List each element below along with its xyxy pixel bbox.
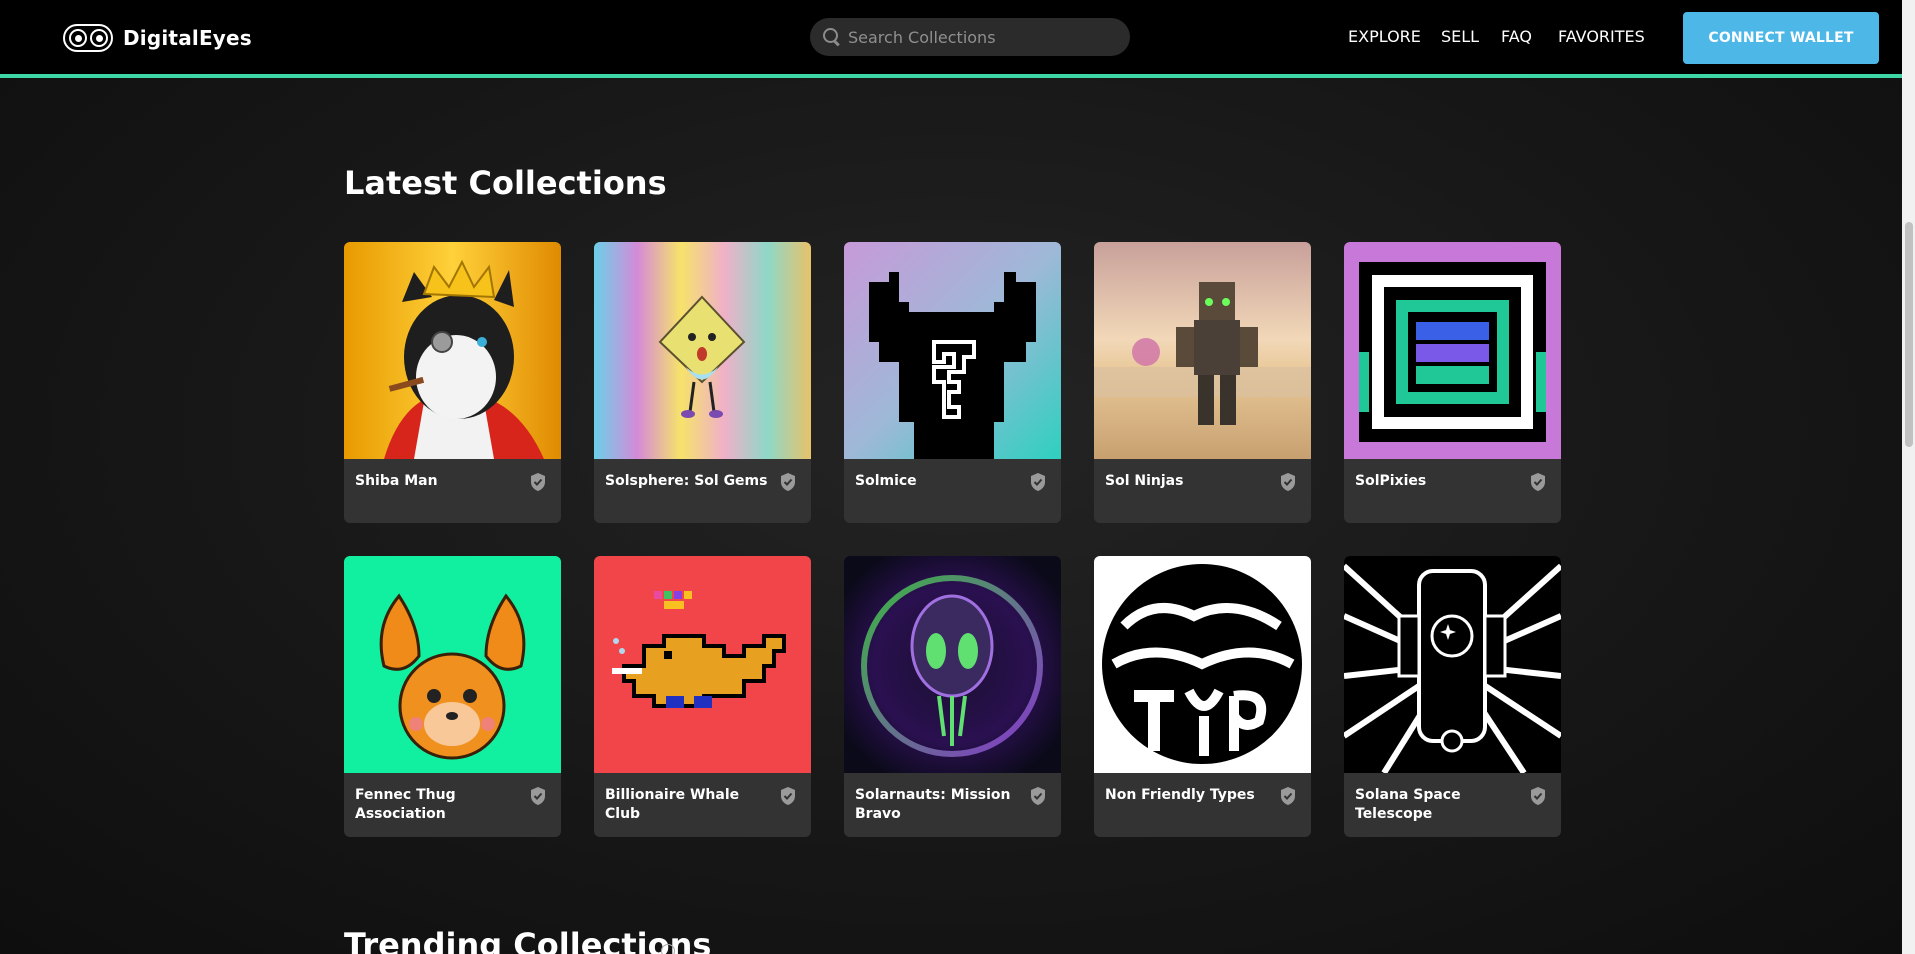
collection-name: Solsphere: Sol Gems bbox=[605, 473, 768, 489]
nav-favorites[interactable]: FAVORITES bbox=[1558, 27, 1645, 46]
search-bar[interactable] bbox=[810, 18, 1130, 56]
verified-shield-icon bbox=[781, 473, 795, 491]
collection-card[interactable]: Solarnauts: Mission Bravo bbox=[844, 556, 1061, 837]
page: DigitalEyes EXPLORE SELL FAQ FAVORITES C… bbox=[0, 0, 1902, 954]
search-icon bbox=[822, 27, 842, 47]
collection-name: Billionaire Whale Club bbox=[605, 787, 740, 822]
collection-card[interactable]: Solana Space Telescope bbox=[1344, 556, 1561, 837]
non-friendly-types-image bbox=[1094, 556, 1311, 773]
collection-card[interactable]: Solmice bbox=[844, 242, 1061, 523]
billionaire-whale-club-image bbox=[594, 556, 811, 773]
collection-card[interactable]: Fennec Thug Association bbox=[344, 556, 561, 837]
collection-name: Solmice bbox=[855, 473, 917, 489]
nav-faq[interactable]: FAQ bbox=[1501, 27, 1532, 46]
shiba-man-image bbox=[344, 242, 561, 459]
search-input[interactable] bbox=[848, 27, 1108, 47]
collection-name: Non Friendly Types bbox=[1105, 787, 1255, 803]
trending-collections-title: Trending Collections bbox=[344, 926, 712, 954]
solarnauts-mission-bravo-image bbox=[844, 556, 1061, 773]
verified-shield-icon bbox=[1531, 787, 1545, 805]
collection-name: Sol Ninjas bbox=[1105, 473, 1184, 489]
verified-shield-icon bbox=[1281, 787, 1295, 805]
scrollbar-thumb[interactable] bbox=[1905, 222, 1913, 447]
collection-card[interactable]: Non Friendly Types bbox=[1094, 556, 1311, 837]
collection-card[interactable]: Solsphere: Sol Gems bbox=[594, 242, 811, 523]
logo[interactable]: DigitalEyes bbox=[63, 23, 252, 53]
collection-name: Shiba Man bbox=[355, 473, 438, 489]
logo-text: DigitalEyes bbox=[123, 26, 252, 50]
collection-card[interactable]: Shiba Man bbox=[344, 242, 561, 523]
fennec-thug-association-image bbox=[344, 556, 561, 773]
top-navbar: DigitalEyes EXPLORE SELL FAQ FAVORITES C… bbox=[0, 0, 1902, 78]
solpixies-image bbox=[1344, 242, 1561, 459]
solsphere-sol-gems-image bbox=[594, 242, 811, 459]
collection-card[interactable]: Sol Ninjas bbox=[1094, 242, 1311, 523]
verified-shield-icon bbox=[531, 787, 545, 805]
collection-card[interactable]: SolPixies bbox=[1344, 242, 1561, 523]
verified-shield-icon bbox=[1031, 473, 1045, 491]
nav-sell[interactable]: SELL bbox=[1441, 27, 1479, 46]
eyes-logo-icon bbox=[63, 24, 113, 52]
collection-name: Solana Space Telescope bbox=[1355, 787, 1461, 822]
collection-name: SolPixies bbox=[1355, 473, 1427, 489]
verified-shield-icon bbox=[531, 473, 545, 491]
verified-shield-icon bbox=[1531, 473, 1545, 491]
collection-name: Solarnauts: Mission Bravo bbox=[855, 787, 1011, 822]
info-icon[interactable] bbox=[661, 944, 675, 954]
solmice-image bbox=[844, 242, 1061, 459]
verified-shield-icon bbox=[781, 787, 795, 805]
collection-card[interactable]: Billionaire Whale Club bbox=[594, 556, 811, 837]
sol-ninjas-image bbox=[1094, 242, 1311, 459]
page-scrollbar[interactable] bbox=[1902, 0, 1915, 954]
latest-collections-title: Latest Collections bbox=[344, 164, 667, 202]
verified-shield-icon bbox=[1281, 473, 1295, 491]
nav-explore[interactable]: EXPLORE bbox=[1348, 27, 1421, 46]
collection-name: Fennec Thug Association bbox=[355, 787, 456, 822]
verified-shield-icon bbox=[1031, 787, 1045, 805]
solana-space-telescope-image bbox=[1344, 556, 1561, 773]
connect-wallet-button[interactable]: CONNECT WALLET bbox=[1683, 12, 1879, 64]
